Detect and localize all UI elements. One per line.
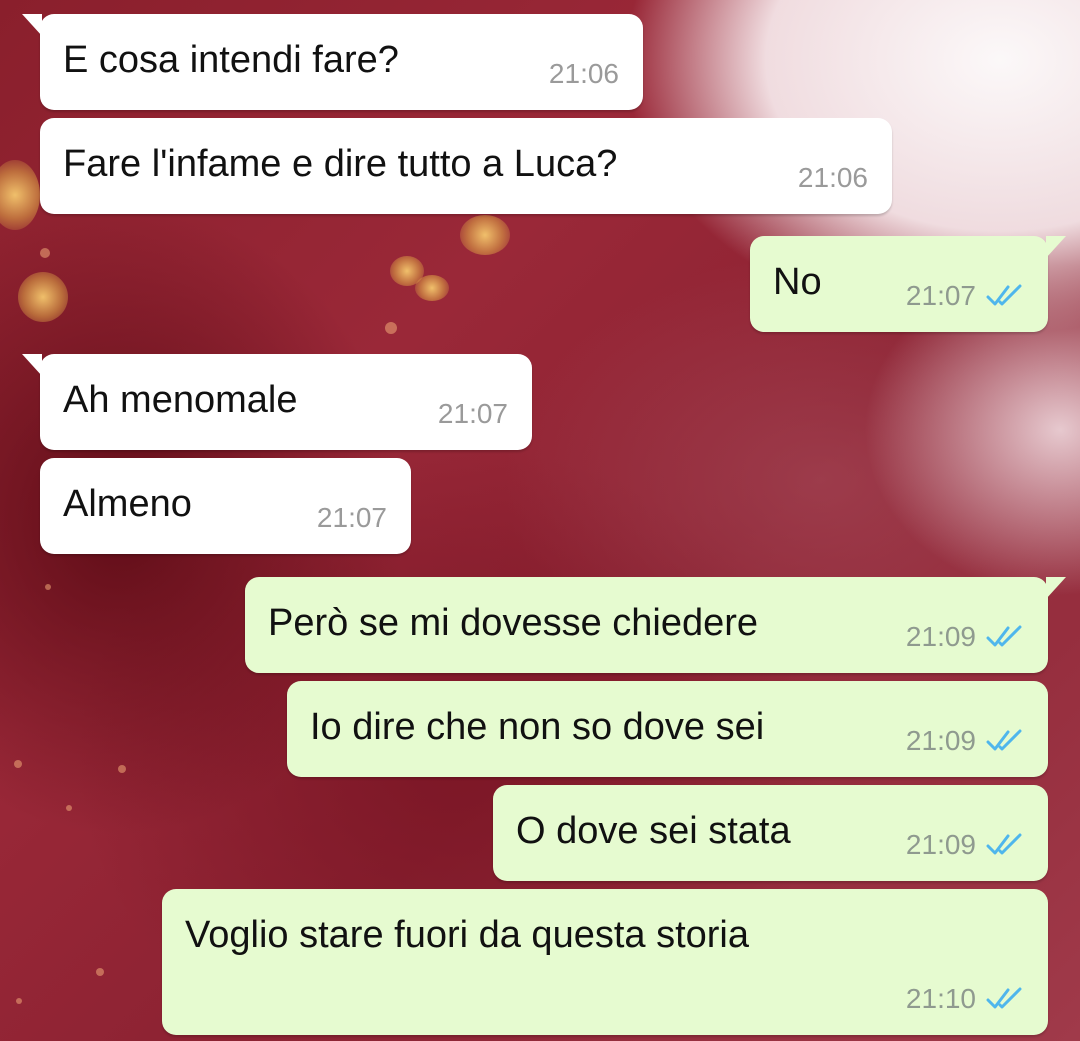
bubble-tail: [22, 354, 42, 376]
double-check-icon: [986, 987, 1022, 1009]
message-meta: 21:07: [438, 396, 508, 432]
message-meta: 21:09: [906, 619, 1026, 655]
wallpaper-dot: [385, 322, 397, 334]
message-time: 21:10: [905, 983, 976, 1014]
message-text: Voglio stare fuori da questa storia: [185, 914, 750, 956]
message-bubble-incoming[interactable]: E cosa intendi fare? 21:06: [22, 14, 643, 110]
message-text: Io dire che non so dove sei: [310, 706, 765, 748]
message-time: 21:06: [797, 162, 868, 193]
message-bubble-incoming[interactable]: Fare l'infame e dire tutto a Luca? 21:06: [40, 118, 892, 214]
message-meta: 21:07: [906, 278, 1026, 314]
message-meta: 21:09: [906, 723, 1026, 759]
wallpaper-gold-speck: [415, 275, 449, 301]
wallpaper-dot: [66, 805, 72, 811]
double-check-icon: [986, 625, 1022, 647]
message-meta: 21:09: [906, 827, 1026, 863]
message-meta: 21:06: [798, 160, 868, 196]
wallpaper-dot: [40, 248, 50, 258]
message-bubble-outgoing[interactable]: O dove sei stata 21:09: [493, 785, 1048, 881]
message-text: Almeno: [63, 483, 192, 525]
message-time: 21:09: [905, 725, 976, 756]
message-time: 21:06: [548, 58, 619, 89]
message-meta: 21:07: [317, 500, 387, 536]
double-check-icon: [986, 833, 1022, 855]
wallpaper-gold-speck: [0, 160, 40, 230]
message-bubble-outgoing[interactable]: Però se mi dovesse chiedere 21:09: [245, 577, 1066, 673]
wallpaper-dot: [118, 765, 126, 773]
message-text: O dove sei stata: [516, 810, 791, 852]
message-time: 21:07: [437, 398, 508, 429]
message-time: 21:09: [905, 621, 976, 652]
wallpaper-dot: [14, 760, 22, 768]
double-check-icon: [986, 729, 1022, 751]
message-bubble-incoming[interactable]: Almeno 21:07: [40, 458, 411, 554]
message-meta: 21:06: [549, 56, 619, 92]
bubble-tail: [1046, 577, 1066, 599]
message-bubble-outgoing[interactable]: Io dire che non so dove sei 21:09: [287, 681, 1048, 777]
wallpaper-dot: [45, 584, 51, 590]
message-text: Però se mi dovesse chiedere: [268, 602, 759, 644]
message-meta: 21:10: [906, 981, 1026, 1017]
wallpaper-dot: [96, 968, 104, 976]
double-check-icon: [986, 284, 1022, 306]
wallpaper-dot: [16, 998, 22, 1004]
message-bubble-outgoing[interactable]: No 21:07: [750, 236, 1066, 332]
wallpaper-gold-speck: [18, 272, 68, 322]
message-text: Ah menomale: [63, 379, 298, 421]
message-bubble-incoming[interactable]: Ah menomale 21:07: [22, 354, 532, 450]
message-time: 21:07: [905, 280, 976, 311]
message-bubble-outgoing[interactable]: Voglio stare fuori da questa storia 21:1…: [162, 889, 1048, 1035]
message-time: 21:09: [905, 829, 976, 860]
message-text: E cosa intendi fare?: [63, 39, 399, 81]
wallpaper-gold-speck: [460, 215, 510, 255]
message-text: Fare l'infame e dire tutto a Luca?: [63, 143, 618, 185]
bubble-tail: [1046, 236, 1066, 258]
message-text: No: [773, 261, 822, 303]
message-time: 21:07: [316, 502, 387, 533]
bubble-tail: [22, 14, 42, 36]
